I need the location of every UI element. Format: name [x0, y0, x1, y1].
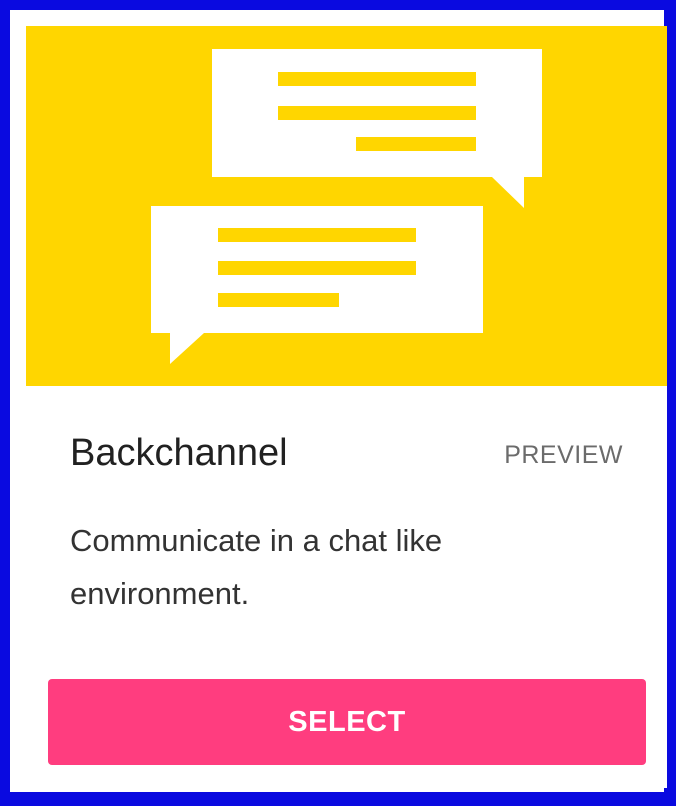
- preview-link[interactable]: PREVIEW: [504, 440, 623, 470]
- card-description: Communicate in a chat like environment.: [70, 523, 443, 611]
- card-title: Backchannel: [70, 432, 288, 474]
- backchannel-card: Backchannel PREVIEW Communicate in a cha…: [26, 26, 667, 788]
- speech-bubble-front: [151, 206, 483, 364]
- chat-bubbles-icon: [151, 49, 542, 364]
- speech-bubble-back: [212, 49, 542, 208]
- select-button[interactable]: SELECT: [48, 679, 646, 765]
- card-hero-image: [26, 26, 667, 386]
